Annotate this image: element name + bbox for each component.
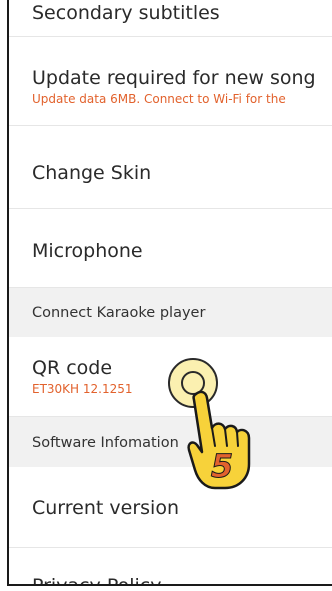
setting-update-required[interactable]: Update required for new song Update data…	[9, 37, 332, 126]
setting-title: Update required for new song	[32, 67, 316, 89]
setting-change-skin[interactable]: Change Skin	[9, 126, 332, 209]
setting-microphone[interactable]: Microphone	[9, 209, 332, 288]
setting-title: Microphone	[32, 240, 143, 262]
pointing-hand-icon: 5	[187, 390, 251, 490]
settings-list: Secondary subtitles Update required for …	[7, 0, 332, 586]
section-header-software-info: Software Infomation	[9, 417, 332, 467]
section-label: Software Infomation	[32, 435, 179, 451]
section-header-connect-karaoke: Connect Karaoke player	[9, 288, 332, 337]
setting-title: Privacy Policy	[32, 575, 162, 586]
setting-title: Secondary subtitles	[32, 2, 220, 24]
setting-current-version[interactable]: Current version	[9, 467, 332, 548]
setting-privacy-policy[interactable]: Privacy Policy	[9, 548, 332, 586]
section-label: Connect Karaoke player	[32, 305, 206, 321]
setting-title: Change Skin	[32, 162, 152, 184]
setting-subtitle: Update data 6MB. Connect to Wi-Fi for th…	[32, 92, 286, 106]
setting-title: Current version	[32, 497, 179, 519]
setting-secondary-subtitles[interactable]: Secondary subtitles	[9, 0, 332, 37]
step-number: 5	[211, 447, 233, 485]
